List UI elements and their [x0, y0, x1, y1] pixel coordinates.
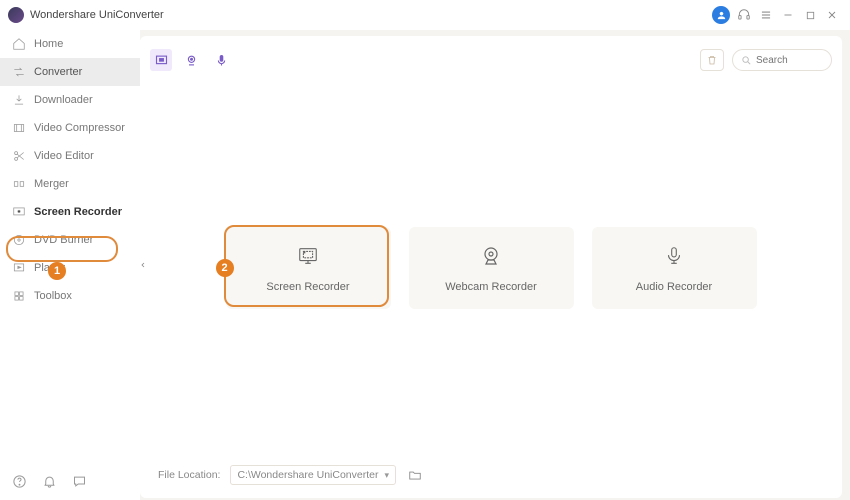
sidebar-item-downloader[interactable]: Downloader: [0, 86, 140, 114]
main-area: Screen Recorder 2 Webcam Recorder: [140, 30, 850, 500]
app-logo-icon: [8, 7, 24, 23]
screen-recorder-icon: [12, 205, 26, 219]
card-label: Audio Recorder: [636, 281, 712, 293]
screen-icon: [295, 243, 321, 269]
sidebar-item-label: Video Compressor: [34, 122, 125, 134]
sidebar-collapse-handle[interactable]: [139, 245, 147, 285]
sidebar-item-label: Merger: [34, 178, 69, 190]
card-label: Screen Recorder: [266, 281, 349, 293]
sidebar-bottom: [0, 464, 140, 500]
minimize-button[interactable]: [778, 5, 798, 25]
tutorial-step-badge-1: 1: [48, 262, 66, 280]
app-title: Wondershare UniConverter: [30, 9, 164, 21]
content-panel: Screen Recorder 2 Webcam Recorder: [140, 36, 842, 498]
converter-icon: [12, 65, 26, 79]
sidebar-item-dvd-burner[interactable]: DVD Burner: [0, 226, 140, 254]
mode-audio-button[interactable]: [210, 49, 232, 71]
disc-icon: [12, 233, 26, 247]
titlebar: Wondershare UniConverter: [0, 0, 850, 30]
maximize-button[interactable]: [800, 5, 820, 25]
sidebar-item-video-compressor[interactable]: Video Compressor: [0, 114, 140, 142]
sidebar-item-video-editor[interactable]: Video Editor: [0, 142, 140, 170]
trash-button[interactable]: [700, 49, 724, 71]
close-button[interactable]: [822, 5, 842, 25]
file-location-dropdown[interactable]: C:\Wondershare UniConverter ▾: [230, 465, 396, 485]
sidebar-item-home[interactable]: Home: [0, 30, 140, 58]
chevron-down-icon: ▾: [385, 470, 390, 481]
mode-webcam-button[interactable]: [180, 49, 202, 71]
bell-icon[interactable]: [42, 474, 58, 490]
app-window: Wondershare UniConverter Home: [0, 0, 850, 500]
sidebar-item-label: Video Editor: [34, 150, 94, 162]
sidebar-item-label: DVD Burner: [34, 234, 93, 246]
scissors-icon: [12, 149, 26, 163]
message-icon[interactable]: [72, 474, 88, 490]
sidebar-item-label: Toolbox: [34, 290, 72, 302]
search-input[interactable]: [756, 55, 816, 66]
user-avatar-icon[interactable]: [712, 6, 730, 24]
home-icon: [12, 37, 26, 51]
card-label: Webcam Recorder: [445, 281, 537, 293]
file-location-path: C:\Wondershare UniConverter: [237, 469, 378, 481]
sidebar-item-toolbox[interactable]: Toolbox: [0, 282, 140, 310]
search-icon: [741, 55, 752, 66]
sidebar-item-label: Converter: [34, 66, 82, 78]
sidebar-item-player[interactable]: Player: [0, 254, 140, 282]
compress-icon: [12, 121, 26, 135]
search-box[interactable]: [732, 49, 832, 71]
play-icon: [12, 261, 26, 275]
sidebar-item-converter[interactable]: Converter: [0, 58, 140, 86]
card-screen-recorder[interactable]: Screen Recorder 2: [226, 227, 391, 309]
panel-footer: File Location: C:\Wondershare UniConvert…: [150, 460, 832, 490]
sidebar: Home Converter Downloader Video Compress…: [0, 30, 140, 500]
tutorial-step-badge-2: 2: [216, 259, 234, 277]
sidebar-item-screen-recorder[interactable]: Screen Recorder: [0, 198, 140, 226]
sidebar-item-merger[interactable]: Merger: [0, 170, 140, 198]
download-icon: [12, 93, 26, 107]
toolbox-icon: [12, 289, 26, 303]
microphone-icon: [661, 243, 687, 269]
open-folder-button[interactable]: [406, 466, 424, 484]
merge-icon: [12, 177, 26, 191]
headset-icon[interactable]: [734, 5, 754, 25]
menu-icon[interactable]: [756, 5, 776, 25]
sidebar-item-label: Screen Recorder: [34, 206, 122, 218]
webcam-icon: [478, 243, 504, 269]
mode-toolbar: [150, 44, 832, 76]
sidebar-item-label: Home: [34, 38, 63, 50]
card-webcam-recorder[interactable]: Webcam Recorder: [409, 227, 574, 309]
mode-screen-button[interactable]: [150, 49, 172, 71]
recorder-cards: Screen Recorder 2 Webcam Recorder: [150, 76, 832, 460]
card-audio-recorder[interactable]: Audio Recorder: [592, 227, 757, 309]
sidebar-item-label: Downloader: [34, 94, 93, 106]
file-location-label: File Location:: [158, 469, 220, 481]
help-icon[interactable]: [12, 474, 28, 490]
